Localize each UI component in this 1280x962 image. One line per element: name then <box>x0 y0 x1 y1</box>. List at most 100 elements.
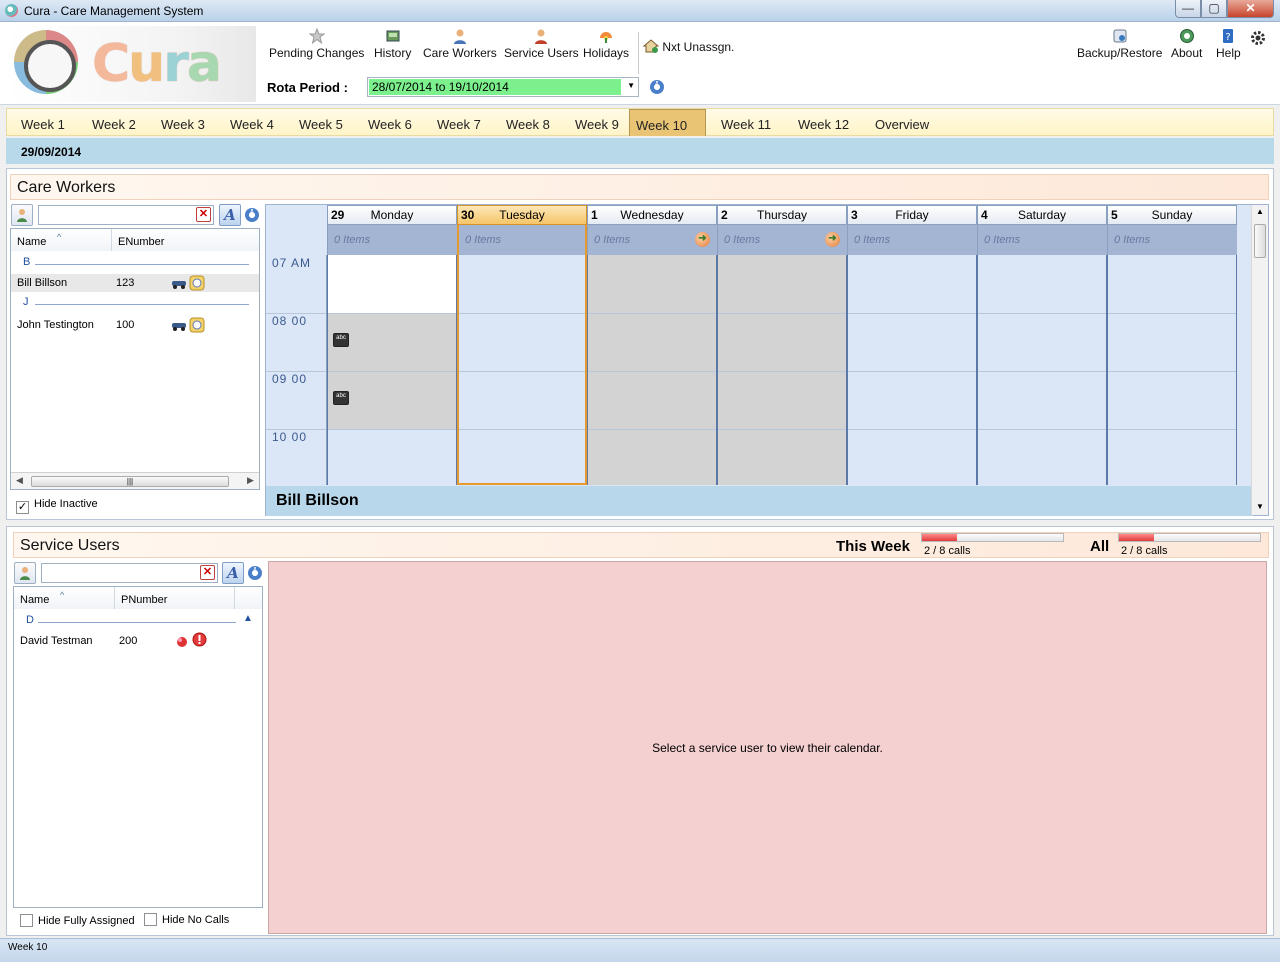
column-name[interactable]: Name ^ <box>14 587 115 609</box>
care-workers-button[interactable]: Care Workers <box>423 28 497 60</box>
day-header-saturday[interactable]: 4 Saturday <box>977 205 1107 225</box>
backup-icon <box>1113 29 1127 43</box>
checkbox-unchecked-icon[interactable] <box>144 913 157 926</box>
tab-week-8[interactable]: Week 8 <box>500 109 556 136</box>
tab-week-6[interactable]: Week 6 <box>362 109 418 136</box>
selected-worker-name: Bill Billson <box>276 492 359 509</box>
tab-week-5[interactable]: Week 5 <box>293 109 349 136</box>
day-column-friday[interactable] <box>847 255 977 485</box>
all-label: All <box>1090 538 1110 555</box>
tab-week-9[interactable]: Week 9 <box>569 109 625 136</box>
bus-icon[interactable]: abc <box>333 333 349 347</box>
care-worker-icon <box>453 29 466 44</box>
tab-week-4[interactable]: Week 4 <box>224 109 280 136</box>
scrollbar-thumb[interactable]: ||| <box>31 476 229 487</box>
day-header-sunday[interactable]: 5 Sunday <box>1107 205 1237 225</box>
day-column-sunday[interactable] <box>1107 255 1237 485</box>
checkbox-unchecked-icon[interactable] <box>20 914 33 927</box>
pending-changes-button[interactable]: Pending Changes <box>269 28 364 60</box>
scroll-down-icon[interactable]: ▼ <box>1256 502 1264 511</box>
day-header-monday[interactable]: 29 Monday <box>327 205 457 225</box>
holidays-button[interactable]: Holidays <box>583 28 629 60</box>
tab-week-2[interactable]: Week 2 <box>86 109 142 136</box>
add-service-user-button[interactable] <box>14 562 36 584</box>
collapse-icon[interactable]: ▲ <box>243 613 253 624</box>
help-button[interactable]: ? Help <box>1216 28 1241 60</box>
all-progress-fill <box>1119 534 1155 541</box>
day-column-saturday[interactable] <box>977 255 1107 485</box>
help-book-icon: ? <box>1223 29 1234 43</box>
horizontal-scrollbar[interactable]: ◀ ||| ▶ <box>11 472 259 489</box>
day-items-tuesday: 0 Items <box>457 225 587 255</box>
group-header-j[interactable]: J <box>11 296 259 312</box>
add-care-worker-button[interactable] <box>11 204 33 226</box>
service-user-info-icon[interactable]: i <box>248 566 262 580</box>
font-style-button[interactable]: A <box>222 562 244 584</box>
day-header-friday[interactable]: 3 Friday <box>847 205 977 225</box>
scrollbar-thumb[interactable] <box>1254 224 1266 258</box>
tab-overview[interactable]: Overview <box>869 109 935 136</box>
clear-search-icon[interactable]: ✕ <box>200 565 215 580</box>
clock-badge-icon <box>189 317 205 333</box>
maximize-button[interactable]: ▢ <box>1201 0 1227 18</box>
about-button[interactable]: About <box>1171 28 1202 60</box>
tab-week-12[interactable]: Week 12 <box>792 109 855 136</box>
day-header-thursday[interactable]: 2 Thursday <box>717 205 847 225</box>
tab-week-11[interactable]: Week 11 <box>715 109 777 136</box>
forward-arrow-icon[interactable]: ➜ <box>825 232 840 247</box>
care-worker-row[interactable]: John Testington 100 <box>11 316 259 334</box>
group-header-d[interactable]: D ▲ <box>14 613 262 630</box>
minimize-button[interactable]: — <box>1175 0 1201 18</box>
tab-week-7[interactable]: Week 7 <box>431 109 487 136</box>
next-unassigned-button[interactable]: Nxt Unassgn. <box>642 38 734 54</box>
clock-badge-icon <box>189 275 205 291</box>
scroll-left-icon[interactable]: ◀ <box>16 475 23 486</box>
tab-week-1[interactable]: Week 1 <box>15 109 71 136</box>
current-date: 29/09/2014 <box>21 145 82 159</box>
scroll-right-icon[interactable]: ▶ <box>247 475 254 486</box>
rota-info-icon[interactable]: i <box>650 80 664 94</box>
group-header-b[interactable]: B <box>11 256 259 272</box>
day-header-wednesday[interactable]: 1 Wednesday <box>587 205 717 225</box>
day-column-monday[interactable]: abc abc <box>327 255 457 485</box>
service-user-search-input[interactable] <box>41 563 218 583</box>
day-column-thursday[interactable] <box>717 255 847 485</box>
day-column-wednesday[interactable] <box>587 255 717 485</box>
this-week-progress-fill <box>922 534 958 541</box>
service-user-row[interactable]: David Testman 200 <box>14 632 262 650</box>
bus-icon[interactable]: abc <box>333 391 349 405</box>
rota-period-label: Rota Period : <box>267 80 348 95</box>
checkbox-checked-icon[interactable]: ✓ <box>16 501 29 514</box>
rota-period-select[interactable]: 28/07/2014 to 19/10/2014 ▼ <box>367 77 639 97</box>
service-users-button[interactable]: Service Users <box>504 28 579 60</box>
care-worker-row[interactable]: Bill Billson 123 <box>11 274 259 292</box>
column-pnumber[interactable]: PNumber <box>115 587 235 609</box>
header: Cura Pending Changes History Care Worker… <box>0 22 1280 105</box>
day-column-tuesday[interactable] <box>457 255 587 485</box>
care-workers-title: Care Workers <box>10 174 1269 200</box>
care-worker-search-input[interactable] <box>38 205 214 225</box>
forward-arrow-icon[interactable]: ➜ <box>695 232 710 247</box>
tab-week-10[interactable]: Week 10 <box>629 109 706 136</box>
column-enumber[interactable]: ENumber <box>112 229 259 251</box>
dropdown-arrow-icon[interactable]: ▼ <box>627 81 635 90</box>
close-button[interactable]: ✕ <box>1227 0 1274 18</box>
history-button[interactable]: History <box>374 28 411 60</box>
clear-search-icon[interactable]: ✕ <box>196 207 211 222</box>
alert-icon <box>192 632 207 647</box>
hide-inactive-checkbox[interactable]: ✓ Hide Inactive <box>16 498 98 514</box>
calendar-vertical-scrollbar[interactable]: ▲ ▼ <box>1251 205 1268 515</box>
hide-fully-assigned-checkbox[interactable]: Hide Fully Assigned <box>20 914 135 927</box>
add-person-icon <box>20 567 30 580</box>
backup-restore-button[interactable]: Backup/Restore <box>1077 28 1162 60</box>
tab-week-3[interactable]: Week 3 <box>155 109 211 136</box>
font-style-button[interactable]: A <box>219 204 241 226</box>
column-name[interactable]: Name ^ <box>11 229 112 251</box>
scroll-up-icon[interactable]: ▲ <box>1256 207 1264 216</box>
worker-name: John Testington <box>17 319 94 331</box>
hide-no-calls-checkbox[interactable]: Hide No Calls <box>144 913 229 926</box>
settings-gear-icon[interactable] <box>1250 30 1266 46</box>
day-header-tuesday[interactable]: 30 Tuesday <box>457 205 587 225</box>
all-progress <box>1118 533 1261 542</box>
care-worker-info-icon[interactable]: i <box>245 208 259 222</box>
